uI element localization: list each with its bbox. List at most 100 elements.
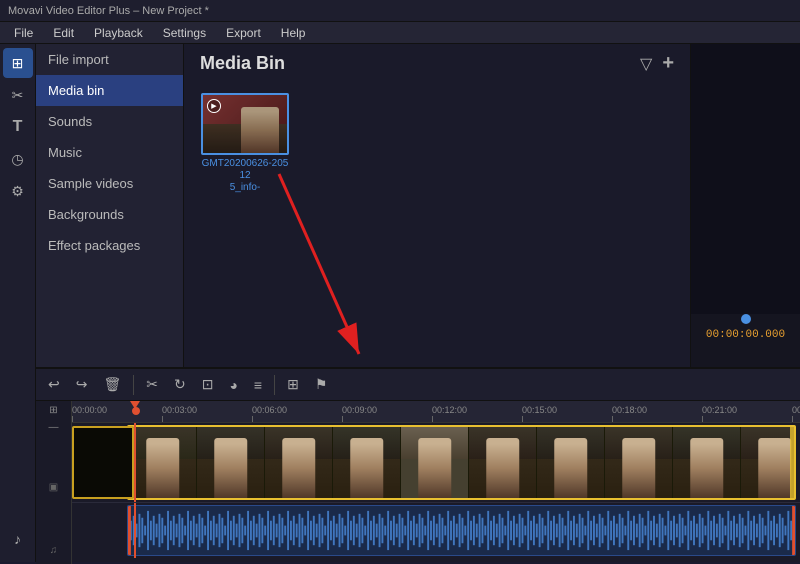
video-track [72,423,800,503]
cut-tool-btn[interactable]: ✂ [3,80,33,110]
ruler-mark-8: 00:24:00 [792,405,800,415]
audio-eq-button[interactable]: ≡ [250,375,266,395]
track-icon-video: ▣ [49,482,58,493]
clip-frame-9 [673,427,741,498]
menu-bar: File Edit Playback Settings Export Help [0,22,800,44]
ruler-mark-3: 00:09:00 [342,405,377,415]
track-icon-audio: ♫ [50,545,58,556]
sidebar-item-backgrounds[interactable]: Backgrounds [36,199,183,230]
menu-edit[interactable]: Edit [43,24,84,42]
clip-frame-2 [197,427,265,498]
clip-frame-3 [265,427,333,498]
person-10 [758,438,792,498]
sidebar-item-file-import[interactable]: File import [36,44,183,75]
clip-frame-5 [401,427,469,498]
ruler-mark-4: 00:12:00 [432,405,467,415]
cut-button[interactable]: ✂ [142,374,162,395]
add-media-icon[interactable]: + [662,52,674,75]
clock-tool-btn[interactable]: ◷ [3,144,33,174]
menu-export[interactable]: Export [216,24,271,42]
clip-frames [129,427,794,498]
zoom-out-btn[interactable]: — [47,420,61,435]
sidebar-item-sample-videos[interactable]: Sample videos [36,168,183,199]
ruler-line-8 [792,416,793,422]
playhead-line-audio [134,503,136,558]
timeline-ruler-tracks: 00:00:00 00:03:00 00:06:00 00:09:00 00:1… [72,401,800,564]
filter-icon[interactable]: ▽ [640,54,652,74]
ruler-line-3 [342,416,343,422]
redo-button[interactable]: ↪ [72,374,92,395]
timeline-ruler: 00:00:00 00:03:00 00:06:00 00:09:00 00:1… [72,401,800,423]
person-8 [622,438,656,498]
ruler-line-2 [252,416,253,422]
ruler-mark-6: 00:18:00 [612,405,647,415]
delete-button[interactable]: 🗑 [99,374,125,395]
ruler-mark-7: 00:21:00 [702,405,737,415]
color-button[interactable]: ◕ [225,375,241,395]
rotate-button[interactable]: ↻ [170,374,190,395]
toolbar-separator-1 [133,375,134,395]
crop-button[interactable]: ⊡ [198,374,218,395]
media-bin-header: Media Bin ▽ + [184,44,690,83]
audio-track [72,503,800,558]
timecode-display: 00:00:00.000 [691,329,800,341]
ruler-playhead-dot [132,407,140,415]
timeline-toolbar: ↩ ↪ 🗑 ✂ ↻ ⊡ ◕ ≡ ⊞ ⚑ [36,369,800,401]
filter-tool-btn[interactable]: ⚙ [3,176,33,206]
person-5 [418,438,452,498]
menu-help[interactable]: Help [271,24,316,42]
sidebar-item-effect-packages[interactable]: Effect packages [36,230,183,261]
ruler-mark-0: 00:00:00 [72,405,107,415]
clip-frame-1 [129,427,197,498]
import-tool-btn[interactable]: ⊞ [3,48,33,78]
media-filename: GMT20200626-205125_info- [200,158,290,194]
playhead-dot [741,314,751,324]
menu-settings[interactable]: Settings [153,24,216,42]
ruler-line-6 [612,416,613,422]
video-clip[interactable] [127,425,796,500]
play-icon: ▶ [207,99,221,113]
text-tool-btn[interactable]: T [3,112,33,142]
media-bin-title: Media Bin [200,53,285,74]
clip-frame-10 [741,427,794,498]
timeline-area: ↩ ↪ 🗑 ✂ ↻ ⊡ ◕ ≡ ⊞ ⚑ ⊞ — ▣ ♫ [36,367,800,562]
person-4 [350,438,384,498]
clip-end-marker [790,427,794,498]
music-tool-btn[interactable]: ♪ [3,524,33,554]
ruler-line-7 [702,416,703,422]
person-6 [486,438,520,498]
ruler-line-0 [72,416,73,422]
sidebar-item-sounds[interactable]: Sounds [36,106,183,137]
media-thumbnail[interactable]: ▶ [201,93,289,155]
menu-file[interactable]: File [4,24,43,42]
black-clip[interactable] [72,426,134,499]
sidebar-item-media-bin[interactable]: Media bin [36,75,183,106]
ruler-mark-1: 00:03:00 [162,405,197,415]
person-2 [214,438,248,498]
menu-playback[interactable]: Playback [84,24,153,42]
left-toolbar: ⊞ ✂ T ◷ ⚙ ♪ [0,44,36,562]
ruler-mark-5: 00:15:00 [522,405,557,415]
clip-frame-7 [537,427,605,498]
zoom-in-btn[interactable]: ⊞ [47,403,59,418]
title-bar: Movavi Video Editor Plus – New Project * [0,0,800,22]
ruler-mark-2: 00:06:00 [252,405,287,415]
undo-button[interactable]: ↩ [44,374,64,395]
timeline-side-controls: ⊞ — ▣ ♫ [36,401,72,564]
ruler-line-1 [162,416,163,422]
toolbar-separator-2 [274,375,275,395]
flag-button[interactable]: ⚑ [311,374,332,395]
sidebar-item-music[interactable]: Music [36,137,183,168]
stabilize-button[interactable]: ⊞ [283,374,303,395]
timeline-content: ⊞ — ▣ ♫ 00:00:00 00:03:00 00:06:00 00:09… [36,401,800,564]
ruler-line-5 [522,416,523,422]
header-icons: ▽ + [640,52,674,75]
person-9 [690,438,724,498]
app-title: Movavi Video Editor Plus – New Project * [8,5,209,17]
audio-clip[interactable] [127,505,796,556]
person-1 [146,438,180,498]
clip-frame-6 [469,427,537,498]
playhead-line-video [134,423,136,502]
ruler-line-4 [432,416,433,422]
clip-frame-4 [333,427,401,498]
